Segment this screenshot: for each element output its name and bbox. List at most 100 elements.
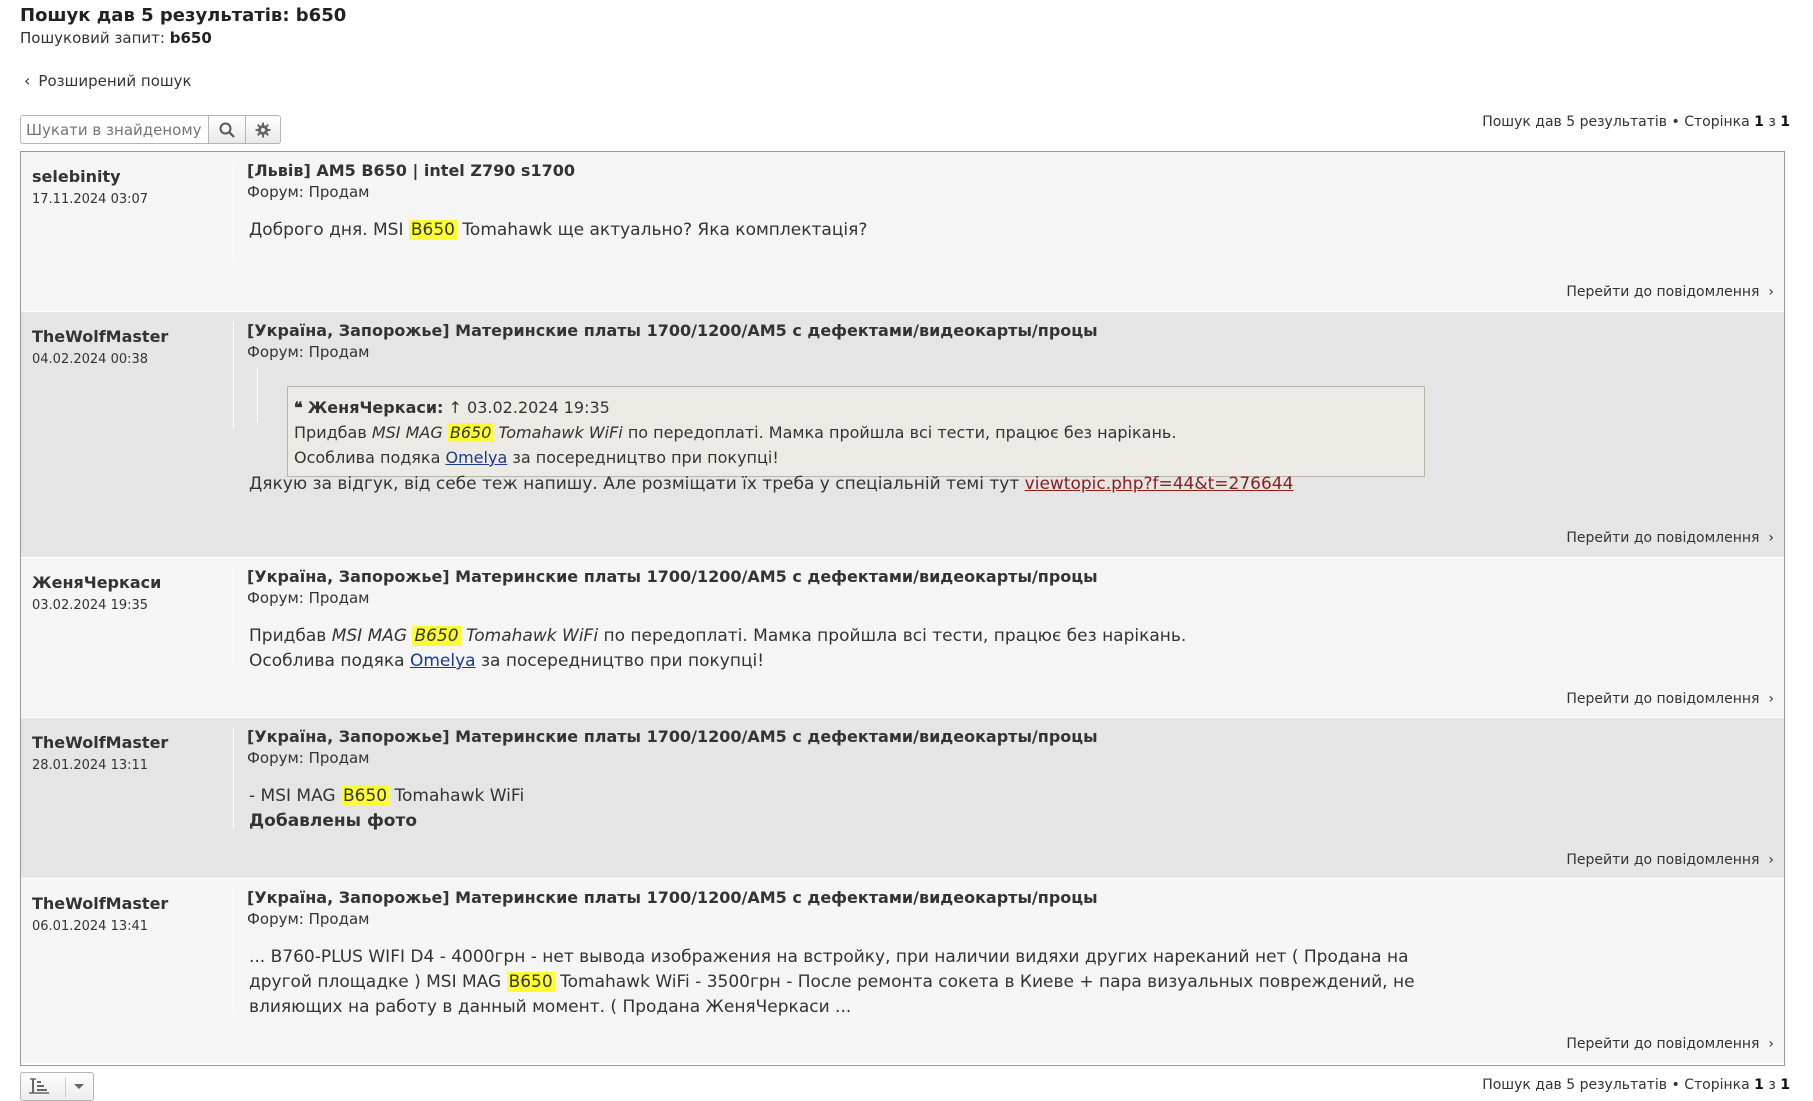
pagination-sep: з (1768, 114, 1776, 130)
post-date: 04.02.2024 00:38 (32, 352, 149, 367)
post-author[interactable]: TheWolfMaster (32, 327, 168, 346)
post-text: Дякую за відгук, від себе теж напишу. Ал… (249, 474, 1020, 494)
goto-post-label: Перейти до повідомлення (1566, 852, 1760, 868)
chevron-left-icon: ‹ (24, 71, 31, 90)
quote-text: Придбав (294, 423, 367, 442)
advanced-search-label: Розширений пошук (38, 71, 192, 90)
forum-name[interactable]: Форум: Продам (247, 343, 369, 361)
post-text: ... B760-PLUS WIFI D4 - 4000грн - нет вы… (249, 947, 1409, 967)
post-text: Tomahawk WiFi (394, 786, 525, 806)
query-label: Пошуковий запит: (20, 29, 165, 47)
chevron-right-icon: › (1763, 530, 1774, 546)
search-within-form (20, 115, 281, 144)
results-list: selebinity 17.11.2024 03:07 [Львів] AM5 … (20, 151, 1785, 1066)
search-result: ЖеняЧеркаси 03.02.2024 19:35 [Україна, З… (21, 557, 1784, 717)
post-author[interactable]: selebinity (32, 167, 121, 186)
pagination-top: Пошук дав 5 результатів • Сторінка 1 з 1 (1482, 114, 1790, 130)
search-result: TheWolfMaster 04.02.2024 00:38 [Україна,… (21, 311, 1784, 557)
divider (233, 728, 234, 828)
post-date: 06.01.2024 13:41 (32, 919, 149, 934)
pagination-current: 1 (1754, 114, 1764, 130)
goto-post-link[interactable]: Перейти до повідомлення › (1566, 691, 1774, 707)
topic-title[interactable]: [Україна, Запорожье] Материнские платы 1… (247, 727, 1098, 746)
quote-block: ❝ ЖеняЧеркаси: ↑ 03.02.2024 19:35 Придба… (287, 386, 1425, 477)
post-author[interactable]: TheWolfMaster (32, 733, 168, 752)
forum-name[interactable]: Форум: Продам (247, 749, 369, 767)
page-title: Пошук дав 5 результатів: b650 (20, 5, 347, 26)
forum-name[interactable]: Форум: Продам (247, 183, 369, 201)
pagination-current: 1 (1754, 1077, 1764, 1093)
goto-post-link[interactable]: Перейти до повідомлення › (1566, 1036, 1774, 1052)
divider (233, 162, 234, 262)
post-text: по передоплаті. Мамка пройшла всі тести,… (603, 626, 1187, 646)
advanced-search-link[interactable]: ‹ Розширений пошук (24, 71, 192, 90)
sort-options-button[interactable] (20, 1072, 94, 1101)
pagination-text: Пошук дав 5 результатів • Сторінка (1482, 1077, 1750, 1093)
post-text-italic: Tomahawk WiFi (466, 626, 599, 646)
quote-jump-link[interactable]: ↑ (449, 398, 462, 417)
topic-title[interactable]: [Україна, Запорожье] Материнские платы 1… (247, 888, 1098, 907)
post-text: Придбав (249, 626, 327, 646)
forum-name[interactable]: Форум: Продам (247, 910, 369, 928)
quote-author: ЖеняЧеркаси: (307, 398, 444, 417)
search-highlight: B650 (447, 423, 494, 442)
forum-name[interactable]: Форум: Продам (247, 589, 369, 607)
post-date: 03.02.2024 19:35 (32, 598, 149, 613)
post-text: за посередництво при покупці! (480, 651, 765, 671)
query-value: b650 (169, 29, 212, 47)
search-highlight: B650 (506, 972, 555, 992)
quote-date: 03.02.2024 19:35 (467, 398, 610, 417)
quote-divider (257, 367, 258, 422)
user-link[interactable]: Omelya (410, 651, 476, 671)
divider (233, 322, 234, 428)
pagination-sep: з (1768, 1077, 1776, 1093)
post-text: Особлива подяка (249, 651, 405, 671)
chevron-right-icon: › (1763, 852, 1774, 868)
post-text-bold: Добавлены фото (249, 811, 418, 831)
pagination-total: 1 (1780, 114, 1790, 130)
goto-post-link[interactable]: Перейти до повідомлення › (1566, 852, 1774, 868)
goto-post-label: Перейти до повідомлення (1566, 530, 1760, 546)
chevron-right-icon: › (1763, 284, 1774, 300)
post-text: Tomahawk ще актуально? Яка комплектація? (462, 220, 868, 240)
goto-post-link[interactable]: Перейти до повідомлення › (1566, 284, 1774, 300)
chevron-right-icon: › (1763, 691, 1774, 707)
post-date: 17.11.2024 03:07 (32, 192, 149, 207)
topic-title[interactable]: [Львів] AM5 B650 | intel Z790 s1700 (247, 161, 575, 180)
post-author[interactable]: ЖеняЧеркаси (32, 573, 161, 592)
user-link[interactable]: Omelya (446, 448, 508, 467)
search-icon (219, 122, 235, 138)
goto-post-link[interactable]: Перейти до повідомлення › (1566, 530, 1774, 546)
goto-post-label: Перейти до повідомлення (1566, 284, 1760, 300)
quote-icon: ❝ (294, 398, 303, 417)
advanced-search-button[interactable] (246, 115, 281, 144)
search-query: Пошуковий запит: b650 (20, 29, 212, 47)
quote-text-italic: Tomahawk WiFi (498, 423, 623, 442)
divider (233, 568, 234, 668)
post-text: влияющих на работу в данный момент. ( Пр… (249, 997, 852, 1017)
post-content: Дякую за відгук, від себе теж напишу. Ал… (249, 472, 1293, 497)
post-text: - MSI MAG (249, 786, 336, 806)
search-highlight: B650 (341, 786, 390, 806)
search-highlight: B650 (408, 220, 458, 240)
topic-title[interactable]: [Україна, Запорожье] Материнские платы 1… (247, 321, 1098, 340)
post-content: Придбав MSI MAG B650 Tomahawk WiFi по пе… (249, 624, 1186, 674)
topic-link[interactable]: viewtopic.php?f=44&t=276644 (1025, 474, 1294, 494)
post-content: - MSI MAG B650 Tomahawk WiFi Добавлены ф… (249, 784, 524, 834)
post-author[interactable]: TheWolfMaster (32, 894, 168, 913)
pagination-total: 1 (1780, 1077, 1790, 1093)
pagination-bottom: Пошук дав 5 результатів • Сторінка 1 з 1 (1482, 1077, 1790, 1093)
search-results-page: Пошук дав 5 результатів: b650 Пошуковий … (0, 0, 1813, 1101)
search-button[interactable] (209, 115, 246, 144)
post-text: Tomahawk WiFi - 3500грн - После ремонта … (560, 972, 1415, 992)
divider (233, 889, 234, 1014)
topic-title[interactable]: [Україна, Запорожье] Материнские платы 1… (247, 567, 1098, 586)
search-result: TheWolfMaster 06.01.2024 13:41 [Україна,… (21, 878, 1784, 1063)
sort-icon (29, 1078, 49, 1094)
quote-text-italic: MSI MAG (371, 423, 443, 442)
post-date: 28.01.2024 13:11 (32, 758, 149, 773)
search-within-input[interactable] (20, 115, 209, 144)
post-text-italic: MSI MAG (331, 626, 408, 646)
caret-down-icon (74, 1084, 84, 1089)
search-result: TheWolfMaster 28.01.2024 13:11 [Україна,… (21, 717, 1784, 878)
